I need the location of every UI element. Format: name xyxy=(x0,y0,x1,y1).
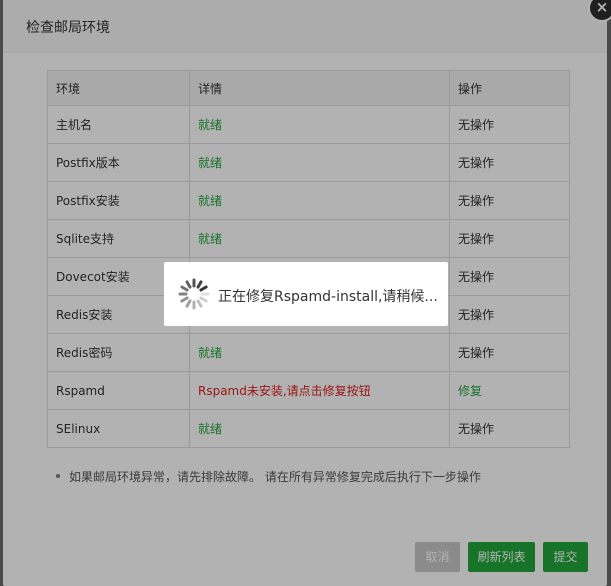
loading-text: 正在修复Rspamd-install,请稍候... xyxy=(218,289,438,305)
spinner-icon xyxy=(178,278,210,310)
loading-box: 正在修复Rspamd-install,请稍候... xyxy=(164,262,448,326)
